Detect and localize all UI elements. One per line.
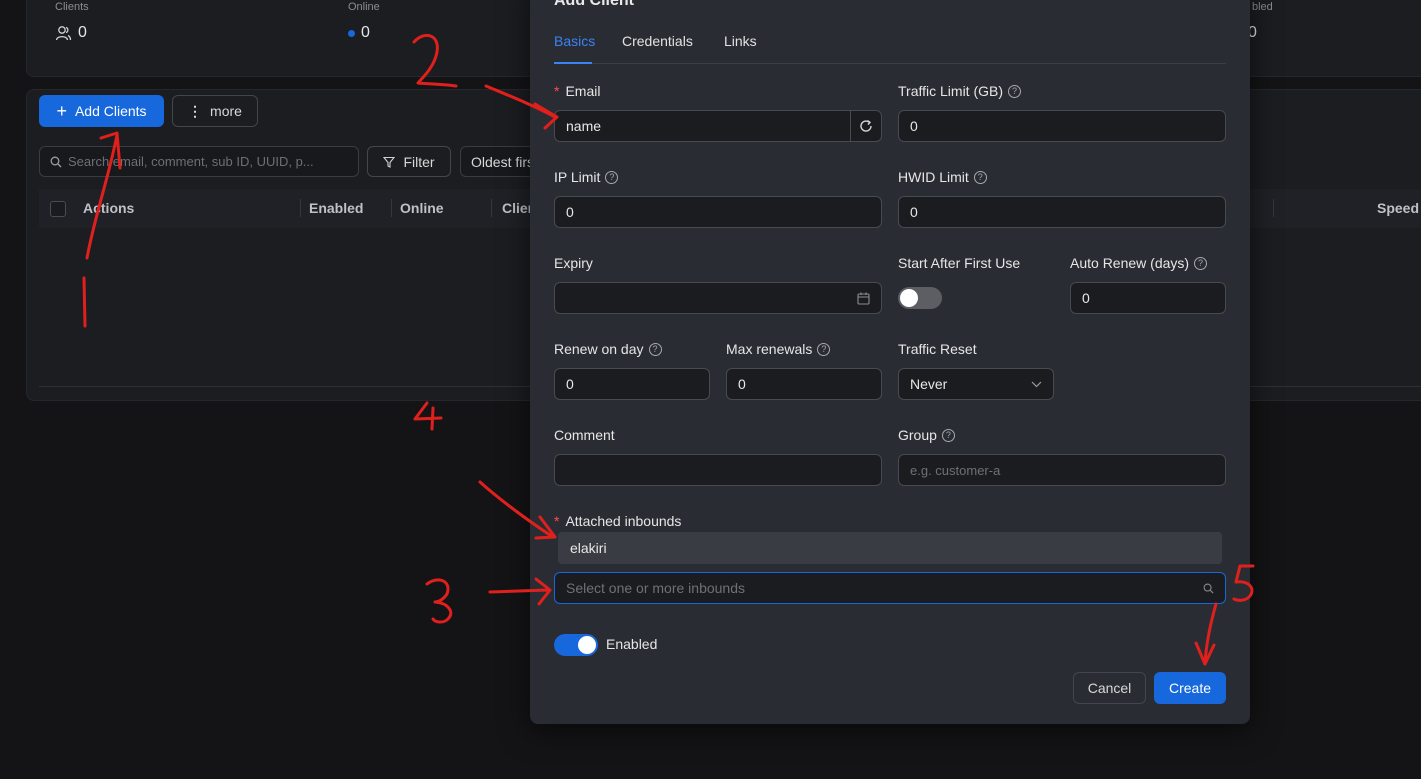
stat-label-online: Online [348,1,380,13]
toggle-knob [900,289,918,307]
inbounds-select[interactable]: Select one or more inbounds [554,572,1226,604]
select-all-checkbox[interactable] [50,201,66,217]
annotation-4-digit [413,401,443,431]
filter-icon [383,156,396,168]
comment-field[interactable] [554,454,882,486]
ip-limit-label: IP Limit? [554,169,619,185]
calendar-icon [857,292,870,305]
required-mark: * [554,83,560,99]
hwid-limit-field[interactable]: 0 [898,196,1226,228]
column-speed: Speed [1377,200,1420,216]
help-icon: ? [605,170,619,184]
cancel-button[interactable]: Cancel [1073,672,1146,704]
hwid-limit-label: HWID Limit? [898,169,987,185]
column-divider [300,199,301,217]
comment-label: Comment [554,427,615,443]
regenerate-email-button[interactable] [850,110,882,142]
column-actions: Actions [83,200,135,216]
users-icon [55,25,72,40]
filter-button[interactable]: Filter [367,146,451,177]
create-button[interactable]: Create [1154,672,1226,704]
email-field[interactable]: name [554,110,851,142]
column-divider [391,199,392,217]
help-icon: ? [941,428,955,442]
help-icon: ? [973,170,987,184]
email-label: * Email [554,83,601,99]
annotation-3-digit [425,578,453,624]
help-icon: ? [1008,84,1022,98]
chevron-down-icon [1031,381,1042,387]
auto-renew-label: Auto Renew (days)? [1070,255,1208,271]
help-icon: ? [648,342,662,356]
online-dot-icon [348,29,355,37]
column-divider [1273,199,1274,217]
traffic-reset-label: Traffic Reset [898,341,977,357]
modal-title: Add Client [554,0,634,9]
traffic-limit-field[interactable]: 0 [898,110,1226,142]
max-renewals-field[interactable]: 0 [726,368,882,400]
max-renewals-label: Max renewals? [726,341,831,357]
traffic-reset-select[interactable]: Never [898,368,1054,400]
toggle-knob [578,636,596,654]
stat-label-enabled: bled [1252,1,1273,13]
column-divider [491,199,492,217]
renew-on-day-label: Renew on day? [554,341,662,357]
tabs-divider [554,63,1226,64]
column-enabled: Enabled [309,200,364,216]
tab-links[interactable]: Links [724,33,757,49]
expiry-date-picker[interactable] [554,282,882,314]
group-label: Group? [898,427,955,443]
stat-value-clients: 0 [55,24,87,42]
group-field[interactable]: e.g. customer-a [898,454,1226,486]
more-vertical-icon: ⋮ [188,102,203,119]
add-clients-button[interactable]: + Add Clients [39,95,164,127]
search-icon [50,156,62,167]
search-icon [1203,583,1214,594]
tab-credentials[interactable]: Credentials [622,33,693,49]
expiry-label: Expiry [554,255,593,271]
enabled-toggle[interactable] [554,634,598,656]
plus-icon: + [56,101,67,121]
search-input[interactable]: Search email, comment, sub ID, UUID, p..… [39,146,359,177]
stat-value-online: 0 [348,24,370,42]
renew-on-day-field[interactable]: 0 [554,368,710,400]
add-client-modal: Add Client Basics Credentials Links * Ema… [530,0,1250,724]
tab-basics[interactable]: Basics [554,33,595,49]
attached-inbounds-label: * Attached inbounds [554,513,682,529]
start-after-first-use-toggle[interactable] [898,287,942,309]
enabled-label: Enabled [606,636,658,652]
help-icon: ? [1194,256,1208,270]
traffic-limit-label: Traffic Limit (GB)? [898,83,1022,99]
help-icon: ? [817,342,831,356]
start-after-first-use-label: Start After First Use [898,255,1021,271]
more-button[interactable]: ⋮ more [172,95,258,127]
column-online: Online [400,200,444,216]
inbound-option-elakiri[interactable]: elakiri [558,532,1222,564]
required-mark: * [554,513,560,529]
stat-label-clients: Clients [55,1,89,13]
ip-limit-field[interactable]: 0 [554,196,882,228]
refresh-icon [860,119,872,132]
active-tab-indicator [554,62,592,64]
auto-renew-field[interactable]: 0 [1070,282,1226,314]
